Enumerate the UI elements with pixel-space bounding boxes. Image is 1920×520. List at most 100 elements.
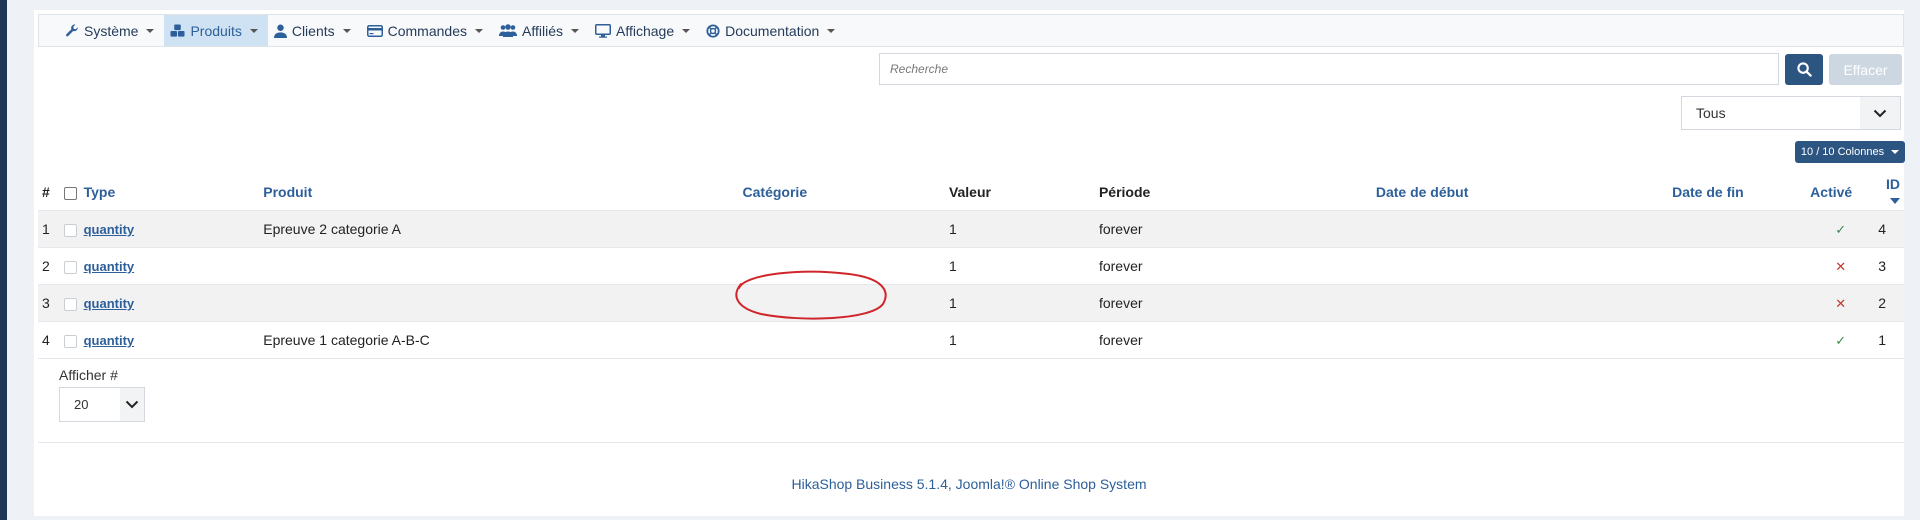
chevron-down-icon [1860,97,1900,129]
col-header-checkall [63,174,84,211]
status-filter-select[interactable]: Tous [1681,96,1901,130]
menu-item-affichage[interactable]: Affichage [589,15,700,46]
row-end-date [1672,321,1792,359]
monitor-icon [594,23,611,38]
col-header-end-date[interactable]: Date de fin [1672,174,1792,211]
menu-label: Commandes [387,22,467,39]
menu-item-documentation[interactable]: Documentation [700,15,845,46]
col-header-category[interactable]: Catégorie [742,174,949,211]
table-row: 3 quantity 1 forever ✕ 2 [38,284,1904,322]
row-type-cell: quantity [83,210,264,248]
table-row: 2 quantity 1 forever ✕ 3 [38,247,1904,285]
col-header-type[interactable]: Type [83,174,264,211]
row-active-cell: ✕ [1791,284,1879,322]
caret-down-icon [827,28,836,33]
menu-item-clients[interactable]: Clients [268,15,361,46]
caret-down-icon [475,28,483,33]
row-checkbox[interactable] [63,297,77,311]
status-filter-value: Tous [1696,105,1726,121]
row-value: 1 [948,210,1099,248]
col-header-num: # [38,174,64,211]
row-checkbox[interactable] [63,223,77,237]
col-header-period: Période [1098,174,1376,211]
columns-label: 10 / 10 Colonnes [1800,146,1885,158]
wrench-icon [66,24,78,36]
users-icon [499,24,517,37]
row-type-link[interactable]: quantity [84,296,135,311]
row-active-cell: ✕ [1791,247,1879,285]
row-category [742,321,949,359]
cross-icon[interactable]: ✕ [1835,296,1846,311]
col-header-active[interactable]: Activé [1791,174,1879,211]
select-all-checkbox[interactable] [63,186,77,200]
check-icon[interactable]: ✓ [1835,333,1846,348]
search-button[interactable] [1785,54,1823,85]
row-start-date [1375,247,1673,285]
col-header-product[interactable]: Produit [263,174,743,211]
row-value: 1 [948,321,1099,359]
row-type-cell: quantity [83,247,264,285]
annotation-ellipse [735,270,887,320]
user-icon [273,24,287,38]
admin-sidebar-edge [0,0,7,520]
row-active-cell: ✓ [1791,210,1879,248]
search-input[interactable] [879,53,1779,85]
row-end-date [1672,284,1792,322]
row-type-link[interactable]: quantity [84,333,135,348]
row-id: 3 [1878,247,1904,285]
row-period: forever [1098,247,1376,285]
check-icon[interactable]: ✓ [1835,222,1846,237]
row-type-link[interactable]: quantity [84,259,135,274]
menu-label: Documentation [725,22,820,39]
menu-item-produits[interactable]: Produits [164,15,268,46]
row-product [263,247,743,285]
row-checkbox[interactable] [63,260,77,274]
menu-bar: Système Produits Clients Commandes Affil… [38,14,1904,47]
footer-credit: HikaShop Business 5.1.4, Joomla!® Online… [791,476,1147,492]
row-type-link[interactable]: quantity [84,222,135,237]
sort-desc-icon [1890,198,1900,205]
row-product: Epreuve 2 categorie A [263,210,743,248]
cross-icon[interactable]: ✕ [1835,259,1846,274]
menu-label: Système [84,22,139,39]
menu-item-commandes[interactable]: Commandes [361,15,493,46]
row-value: 1 [948,284,1099,322]
row-start-date [1375,210,1673,248]
menu-item-affilies[interactable]: Affiliés [493,15,589,46]
row-period: forever [1098,321,1376,359]
menu-label: Clients [291,22,335,39]
col-header-id: ID [1886,176,1900,192]
row-type-cell: quantity [83,284,264,322]
chevron-down-icon [120,388,144,421]
columns-toggle-button[interactable]: 10 / 10 Colonnes [1795,141,1905,163]
caret-down-icon [682,28,691,33]
col-header-id-cell[interactable]: ID [1878,174,1904,211]
row-start-date [1375,284,1673,322]
clear-button[interactable]: Effacer [1829,54,1902,85]
pagination-limit-select[interactable]: 20 [59,387,145,422]
search-icon [1796,62,1812,77]
credit-card-icon [366,24,383,37]
col-header-value: Valeur [948,174,1099,211]
content-panel: Système Produits Clients Commandes Affil… [34,10,1905,516]
footer-divider [38,442,1904,443]
row-checkbox-cell [63,284,84,322]
row-end-date [1672,247,1792,285]
menu-label: Affichage [615,22,675,39]
row-num: 2 [38,247,64,285]
row-id: 2 [1878,284,1904,322]
row-product [263,284,743,322]
lifebuoy-icon [706,23,720,38]
row-end-date [1672,210,1792,248]
menu-item-systeme[interactable]: Système [59,15,164,46]
menu-label: Produits [190,22,242,39]
row-category [742,210,949,248]
caret-down-icon [146,28,155,33]
row-num: 4 [38,321,64,359]
row-checkbox[interactable] [63,334,77,348]
row-checkbox-cell [63,247,84,285]
menu-label: Affiliés [522,22,563,39]
row-id: 4 [1878,210,1904,248]
row-num: 3 [38,284,64,322]
col-header-start-date[interactable]: Date de début [1375,174,1673,211]
